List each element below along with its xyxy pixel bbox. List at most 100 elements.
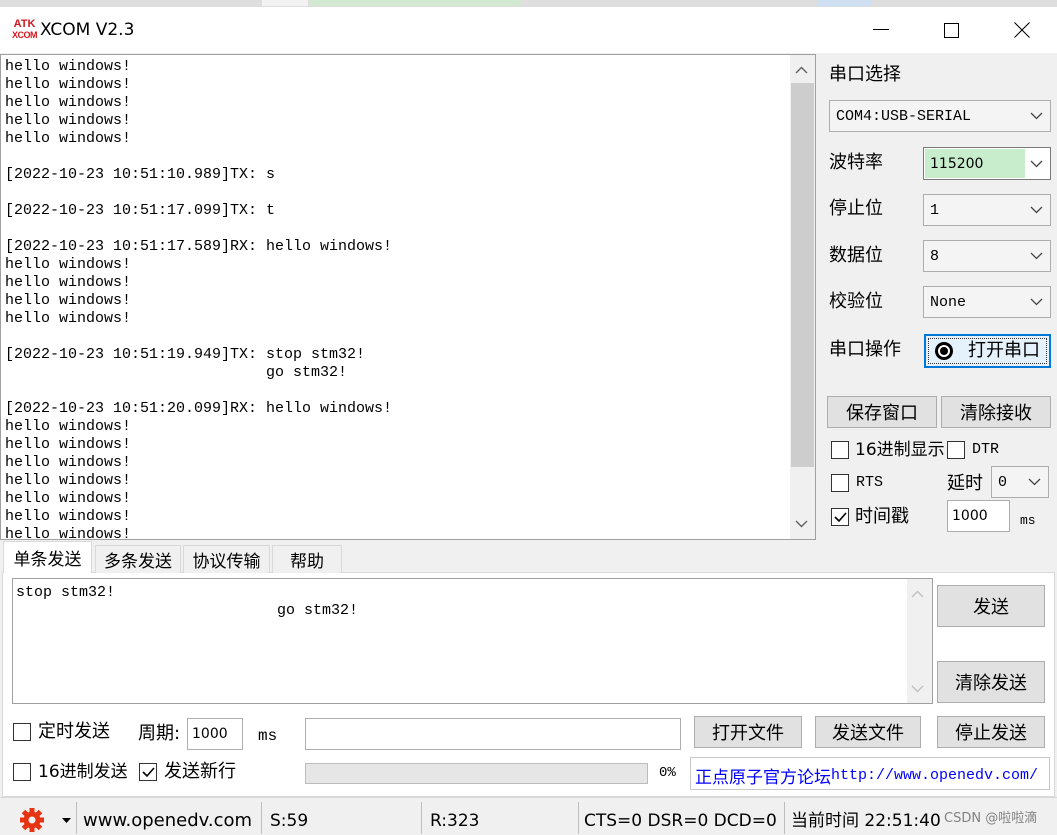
- stop-bits-value: 1: [930, 201, 940, 219]
- timestamp-checkbox[interactable]: [831, 508, 849, 526]
- receive-scrollbar[interactable]: [790, 55, 815, 539]
- chevron-down-icon: [1030, 298, 1043, 306]
- forum-link-label: 正点原子官方论坛: [695, 768, 831, 788]
- send-tab-page: stop stm32! go stm32! 发送 清除发送 定时发送 周期: 1…: [2, 572, 1055, 797]
- tab-single-send[interactable]: 单条发送: [3, 541, 92, 573]
- send-text: stop stm32! go stm32!: [16, 584, 359, 619]
- scrollbar-thumb[interactable]: [791, 83, 814, 467]
- timed-send-checkbox[interactable]: [13, 723, 31, 741]
- hex-display-checkbox[interactable]: [831, 441, 849, 459]
- data-bits-dropdown[interactable]: 8: [923, 240, 1051, 272]
- delay-dropdown[interactable]: 0: [991, 466, 1049, 498]
- close-button[interactable]: [987, 7, 1057, 53]
- port-operation-label: 串口操作: [829, 339, 901, 360]
- background-window-strip: [0, 0, 1057, 7]
- timestamp-interval-input[interactable]: 1000: [947, 500, 1010, 532]
- open-port-label: 打开串口: [968, 340, 1040, 361]
- parity-value: None: [930, 293, 967, 311]
- tab-protocol-transfer[interactable]: 协议传输: [183, 545, 270, 573]
- checkmark-icon: [834, 512, 847, 523]
- tab-multi-send[interactable]: 多条发送: [95, 545, 181, 573]
- port-select-dropdown[interactable]: COM4:USB-SERIAL: [829, 100, 1051, 132]
- watermark: CSDN @啦啦滴: [944, 811, 1038, 826]
- gear-icon[interactable]: [19, 807, 45, 833]
- send-newline-checkbox[interactable]: [139, 763, 157, 781]
- send-newline-label: 发送新行: [164, 761, 236, 782]
- status-received-count: R:323: [430, 811, 480, 831]
- period-input[interactable]: 1000: [187, 718, 243, 750]
- save-window-button[interactable]: 保存窗口: [827, 396, 937, 428]
- data-bits-label: 数据位: [829, 245, 883, 266]
- chevron-down-icon: [1030, 206, 1043, 214]
- stop-send-button[interactable]: 停止发送: [937, 716, 1045, 748]
- status-site: www.openedv.com: [83, 810, 253, 831]
- hex-send-label: 16进制发送: [38, 762, 128, 782]
- send-progress-text: 0%: [659, 765, 676, 781]
- file-path-input[interactable]: [305, 718, 681, 750]
- period-unit-label: ms: [258, 727, 278, 745]
- status-current-time: 当前时间 22:51:40: [791, 811, 941, 831]
- scroll-up-icon[interactable]: [795, 66, 808, 74]
- status-bar: www.openedv.com S:59 R:323 CTS=0 DSR=0 D…: [0, 797, 1057, 835]
- send-file-button[interactable]: 发送文件: [815, 716, 921, 748]
- dtr-checkbox[interactable]: [947, 441, 965, 459]
- hex-display-label: 16进制显示: [855, 440, 945, 460]
- stop-bits-label: 停止位: [829, 198, 883, 219]
- maximize-icon: [944, 22, 959, 38]
- period-label: 周期:: [138, 723, 181, 744]
- title-bar[interactable]: ATK XCOM XCOM V2.3: [0, 7, 1057, 53]
- minimize-icon: [872, 29, 889, 30]
- logo-text-top: ATK: [13, 18, 36, 30]
- chevron-down-icon: [1030, 160, 1043, 167]
- logo-text-bottom: XCOM: [12, 30, 38, 40]
- delay-label: 延时: [947, 473, 983, 494]
- open-port-button[interactable]: 打开串口: [924, 334, 1051, 368]
- data-bits-value: 8: [930, 247, 940, 265]
- open-file-button[interactable]: 打开文件: [694, 716, 802, 748]
- status-separator: [784, 802, 785, 834]
- dropdown-arrow-icon[interactable]: [62, 818, 71, 823]
- maximize-button[interactable]: [916, 7, 987, 53]
- send-progress-bar: [305, 763, 648, 784]
- parity-dropdown[interactable]: None: [923, 286, 1051, 318]
- app-logo: ATK XCOM: [12, 18, 38, 41]
- receive-text: hello windows! hello windows! hello wind…: [5, 58, 393, 539]
- chevron-down-icon: [1028, 478, 1041, 486]
- receive-textbox[interactable]: hello windows! hello windows! hello wind…: [0, 54, 816, 540]
- baud-rate-value: 115200: [930, 155, 984, 172]
- chevron-down-icon: [1030, 252, 1043, 260]
- baud-rate-dropdown[interactable]: 115200: [923, 147, 1051, 180]
- background-strip-segment: [262, 0, 308, 6]
- window-title: XCOM V2.3: [40, 20, 135, 40]
- minimize-button[interactable]: [845, 7, 916, 53]
- baud-rate-label: 波特率: [829, 152, 883, 173]
- hex-send-checkbox[interactable]: [13, 763, 31, 781]
- tab-help[interactable]: 帮助: [272, 545, 342, 573]
- background-strip-segment: [818, 0, 872, 6]
- background-strip-segment: [310, 0, 522, 6]
- timestamp-label: 时间戳: [855, 506, 909, 527]
- parity-label: 校验位: [829, 291, 883, 312]
- close-icon: [1014, 22, 1030, 38]
- forum-link[interactable]: 正点原子官方论坛 http://www.openedv.com/: [690, 757, 1050, 790]
- rts-label: RTS: [856, 474, 884, 491]
- scroll-down-icon[interactable]: [911, 685, 924, 693]
- scroll-down-icon[interactable]: [795, 520, 808, 528]
- send-scrollbar[interactable]: [907, 579, 932, 703]
- status-separator: [76, 802, 77, 834]
- clear-receive-button[interactable]: 清除接收: [941, 396, 1051, 428]
- stop-bits-dropdown[interactable]: 1: [923, 194, 1051, 226]
- send-button[interactable]: 发送: [937, 585, 1045, 627]
- delay-value: 0: [998, 473, 1008, 491]
- checkmark-icon: [142, 767, 155, 778]
- rts-checkbox[interactable]: [831, 474, 849, 492]
- status-line-states: CTS=0 DSR=0 DCD=0: [584, 811, 777, 831]
- scroll-up-icon[interactable]: [911, 590, 924, 598]
- dtr-label: DTR: [972, 441, 1000, 458]
- status-separator: [421, 802, 422, 834]
- chevron-down-icon: [1030, 112, 1043, 120]
- port-select-value: COM4:USB-SERIAL: [836, 107, 972, 125]
- timed-send-label: 定时发送: [38, 721, 110, 742]
- clear-send-button[interactable]: 清除发送: [937, 661, 1045, 703]
- send-textbox[interactable]: stop stm32! go stm32!: [12, 578, 933, 704]
